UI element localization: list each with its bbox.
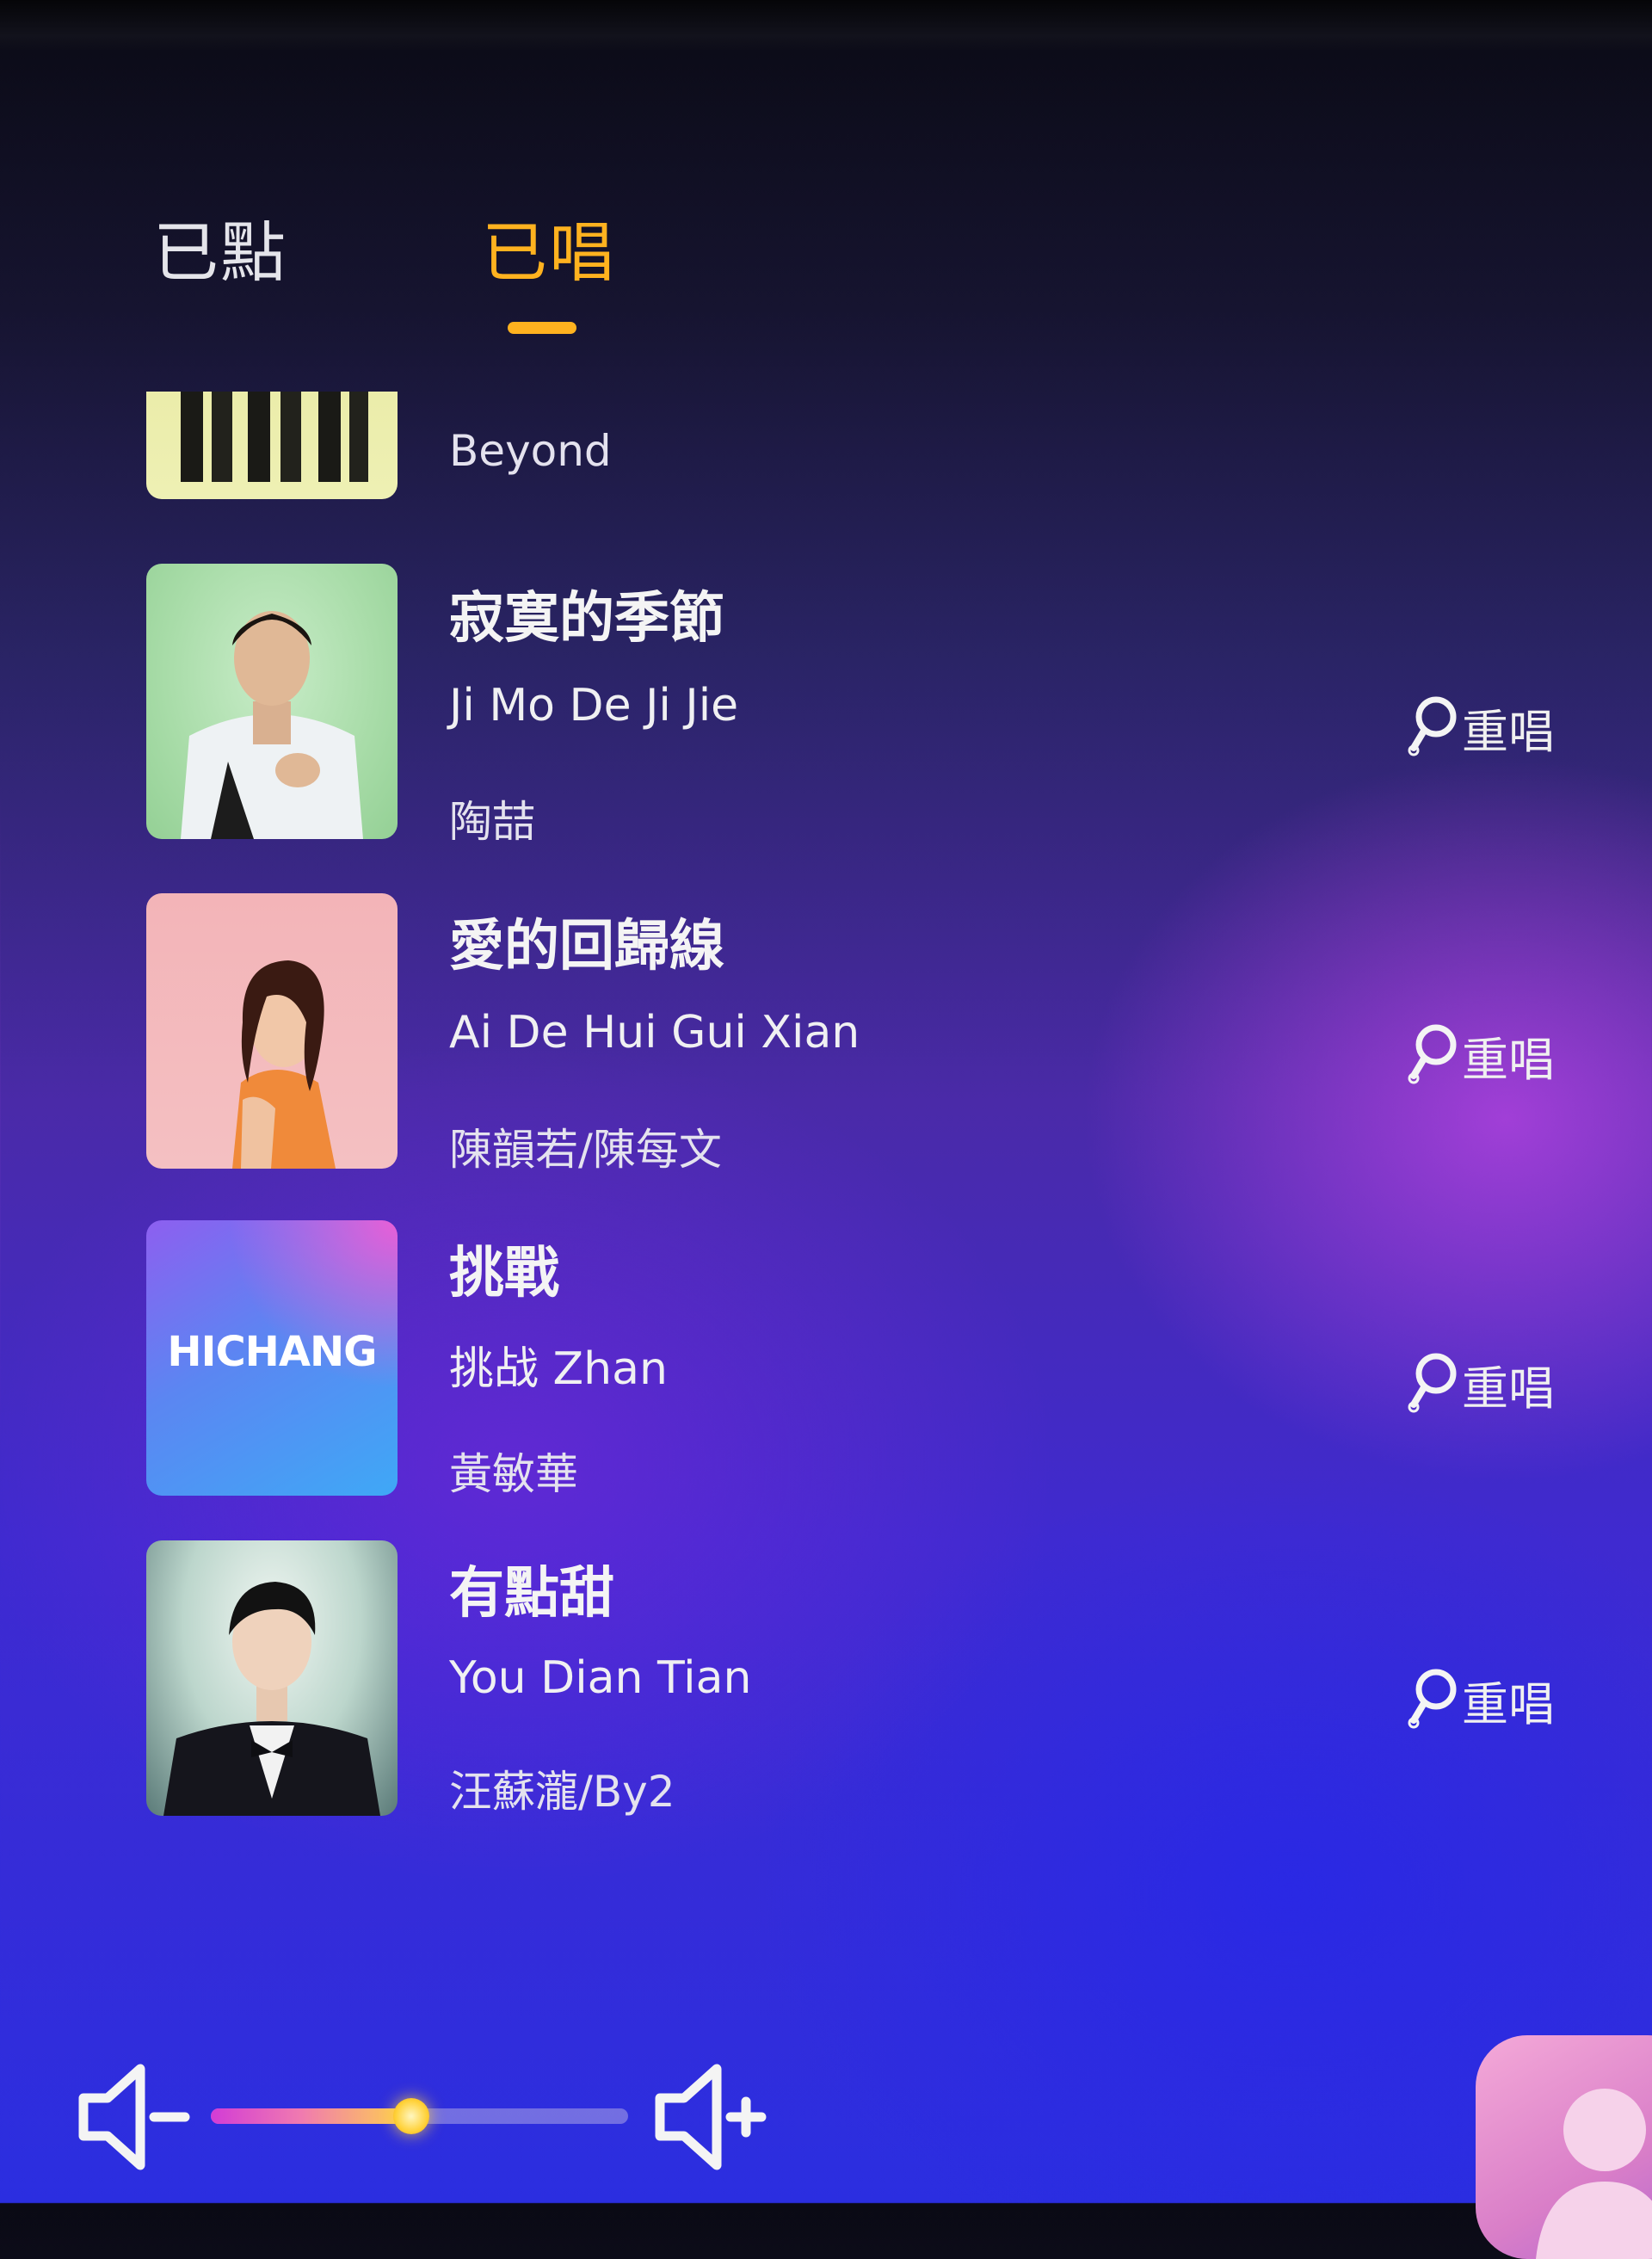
volume-down-button[interactable]	[73, 2057, 194, 2181]
sung-song-list[interactable]: Beyond 寂寞的季節 Ji Mo De Ji Jie 陶喆 重唱 愛的回歸線…	[0, 392, 1652, 1837]
album-cover	[146, 392, 398, 499]
resing-label: 重唱	[1462, 1361, 1555, 1416]
song-pinyin: Ji Mo De Ji Jie	[449, 680, 739, 731]
song-title: 挑戰	[449, 1242, 559, 1305]
list-item[interactable]: 愛的回歸線 Ai De Hui Gui Xian 陳韻若/陳每文 重唱	[0, 893, 1652, 1177]
album-cover: HICHANG	[146, 1220, 398, 1496]
song-pinyin: Ai De Hui Gui Xian	[449, 1007, 860, 1059]
song-artist: Beyond	[449, 426, 612, 476]
list-item[interactable]: 有點甜 You Dian Tian 汪蘇瀧/By2 重唱	[0, 1540, 1652, 1824]
user-avatar-button[interactable]	[1476, 2035, 1652, 2259]
resing-button[interactable]: 重唱	[1407, 1349, 1562, 1418]
avatar-icon	[1536, 2089, 1652, 2259]
resing-mic-icon	[1408, 696, 1457, 756]
resing-mic-icon	[1408, 1669, 1457, 1729]
resing-button[interactable]: 重唱	[1407, 1665, 1562, 1734]
song-pinyin: 挑战 Zhan	[449, 1343, 668, 1395]
resing-label: 重唱	[1462, 1676, 1555, 1731]
volume-up-button[interactable]	[650, 2057, 770, 2181]
volume-slider-handle[interactable]	[393, 2098, 429, 2134]
album-cover	[146, 1540, 398, 1816]
list-item[interactable]: Beyond	[0, 392, 1652, 508]
song-title: 愛的回歸線	[449, 915, 724, 978]
resing-label: 重唱	[1462, 1032, 1555, 1087]
cover-logo-text: HICHANG	[167, 1328, 377, 1376]
screen-bezel	[0, 0, 1652, 52]
resing-label: 重唱	[1462, 704, 1555, 759]
resing-button[interactable]: 重唱	[1407, 693, 1562, 762]
song-title: 寂寞的季節	[449, 587, 724, 651]
volume-slider-fill	[211, 2108, 411, 2124]
tab-ordered[interactable]: 已點	[153, 200, 287, 294]
volume-up-icon	[655, 2064, 767, 2170]
song-artist: 黃敏華	[449, 1449, 578, 1499]
song-artist: 汪蘇瀧/By2	[449, 1767, 675, 1817]
album-cover	[146, 564, 398, 839]
volume-slider[interactable]	[211, 2098, 628, 2134]
resing-mic-icon	[1408, 1024, 1457, 1084]
active-tab-indicator	[508, 322, 576, 334]
resing-button[interactable]: 重唱	[1407, 1021, 1562, 1089]
song-artist: 陳韻若/陳每文	[449, 1125, 722, 1175]
resing-mic-icon	[1408, 1353, 1457, 1413]
song-title: 有點甜	[449, 1562, 614, 1626]
list-item[interactable]: HICHANG 挑戰 挑战 Zhan 黃敏華 重唱	[0, 1220, 1652, 1504]
album-cover	[146, 893, 398, 1169]
tab-sung[interactable]: 已唱	[482, 200, 616, 294]
list-item[interactable]: 寂寞的季節 Ji Mo De Ji Jie 陶喆 重唱	[0, 564, 1652, 848]
song-artist: 陶喆	[449, 797, 535, 847]
song-pinyin: You Dian Tian	[449, 1652, 752, 1704]
volume-down-icon	[78, 2064, 190, 2170]
